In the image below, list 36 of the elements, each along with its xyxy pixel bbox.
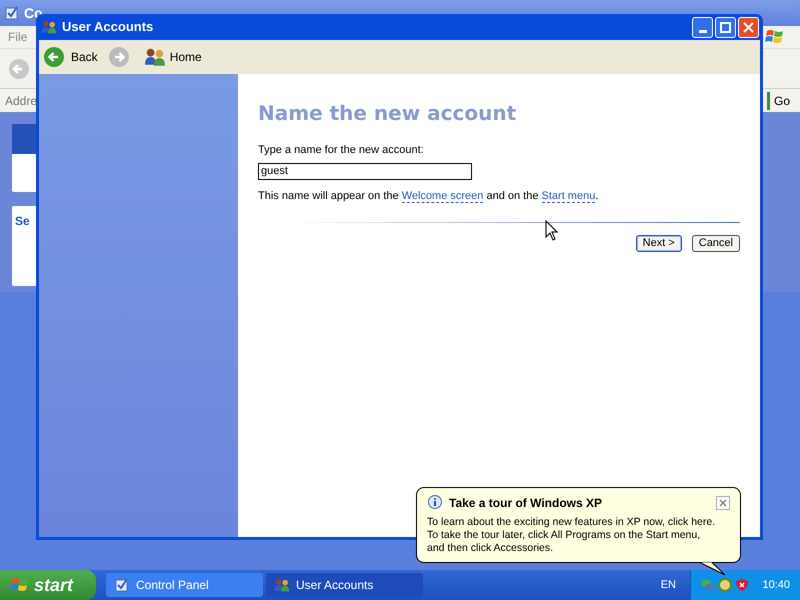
info-icon: [427, 495, 443, 511]
note-text: This name will appear on the Welcome screen and on the Start menu.: [258, 188, 600, 204]
back-button[interactable]: Back: [43, 46, 102, 68]
globe-icon[interactable]: [718, 578, 732, 592]
start-menu-link[interactable]: Start menu: [542, 190, 596, 202]
maximize-button[interactable]: [715, 16, 736, 38]
taskbar-button[interactable]: Control Panel: [106, 573, 263, 597]
name-field[interactable]: guest: [258, 162, 472, 180]
shield-icon[interactable]: [735, 578, 749, 592]
panel-heading: Se: [15, 213, 31, 230]
go-button[interactable]: Go: [766, 92, 790, 110]
balloon-text: To take the tour later, click All Programs on the Start menu,: [427, 529, 702, 542]
close-icon: [719, 499, 727, 507]
field-label: Type a name for the new account:: [258, 143, 425, 158]
home-button[interactable]: Home: [144, 46, 202, 68]
mouse-cursor-icon: [545, 220, 558, 241]
close-icon: [743, 22, 754, 32]
language-indicator[interactable]: EN: [660, 576, 676, 594]
close-button[interactable]: [716, 496, 730, 510]
balloon-text: and then click Accessories.: [427, 542, 554, 555]
start-button[interactable]: start: [0, 570, 96, 600]
users-icon: [274, 577, 290, 593]
balloon-text: To learn about the exciting new features in XP now, click here.: [427, 516, 716, 529]
next-button[interactable]: Next >: [636, 235, 682, 252]
maximize-icon: [720, 22, 731, 32]
minimize-icon: [698, 30, 706, 32]
users-icon: [41, 19, 57, 35]
window-title: User Accounts: [62, 18, 154, 36]
balloon-title: Take a tour of Windows XP: [449, 495, 602, 512]
cancel-button[interactable]: Cancel: [692, 235, 740, 252]
welcome-screen-link[interactable]: Welcome screen: [402, 190, 484, 202]
taskbar-button[interactable]: User Accounts: [266, 573, 423, 597]
address-label: Addre: [5, 92, 38, 110]
page-heading: Name the new account: [258, 100, 518, 127]
users-icon: [144, 46, 166, 68]
minimize-button[interactable]: [692, 16, 713, 38]
